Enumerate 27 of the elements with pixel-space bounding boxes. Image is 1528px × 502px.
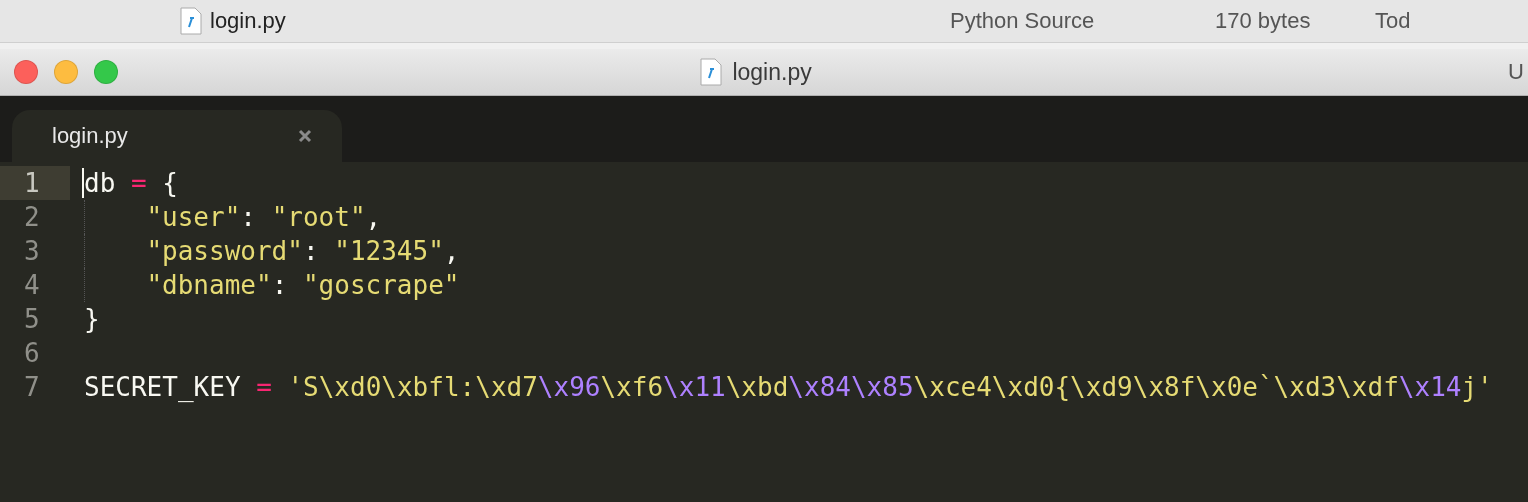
code-line: "dbname": "goscrape" [146,270,460,300]
zoom-button[interactable] [94,60,118,84]
python-file-icon [180,7,202,35]
line-number: 2 [23,201,41,234]
line-number: 1 [0,166,70,200]
file-date: Tod [1375,8,1412,34]
code-line: "password": "12345", [146,236,460,266]
minimize-button[interactable] [54,60,78,84]
close-icon[interactable] [298,129,312,143]
close-button[interactable] [14,60,38,84]
code-line: SECRET_KEY = 'S\xd0\xbfl:\xd7\x96\xf6\x11\xbd\x84\x85\xce4\xd0{\xd9\x8f\x0e`\xd3\xdf\x14j' [84,372,1493,402]
text-cursor [82,168,84,198]
file-size: 170 bytes [1215,8,1312,34]
code-line: } [84,304,100,334]
line-number: 3 [23,235,41,268]
file-kind: Python Source [950,8,1096,34]
file-name[interactable]: login.py [210,8,950,34]
code-line: db = { [84,168,178,198]
python-file-icon [700,58,723,86]
line-number: 6 [23,337,41,370]
line-number: 5 [23,303,41,336]
editor-tab[interactable]: login.py [12,110,342,162]
window-title-extra: U [1508,59,1524,85]
window-title: login.py [732,58,812,86]
code-line: "user": "root", [146,202,382,232]
line-number: 4 [23,269,41,302]
line-number: 7 [23,371,41,404]
